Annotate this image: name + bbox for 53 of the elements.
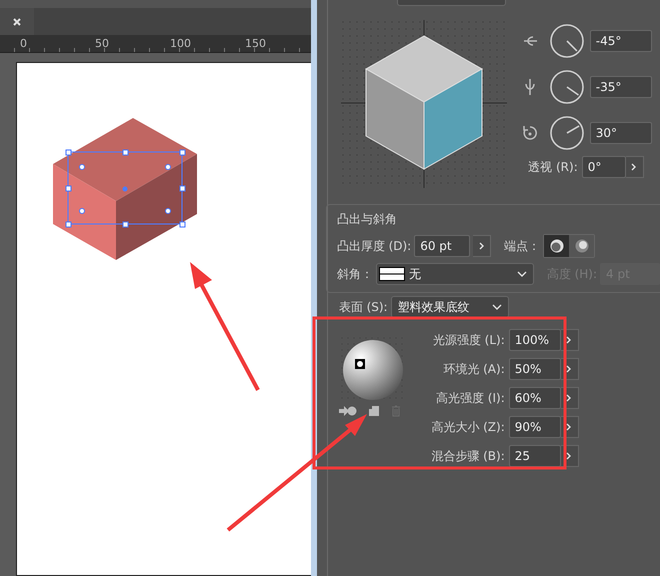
chevron-icon: [566, 423, 572, 431]
light-setting-label: 环境光 (A):: [443, 360, 505, 378]
close-icon[interactable]: [13, 18, 21, 26]
angle-field[interactable]: -35°: [590, 76, 652, 98]
stepper-button[interactable]: [626, 156, 644, 178]
angle-field[interactable]: 30°: [590, 122, 652, 144]
bevel-dropdown[interactable]: 无: [376, 263, 534, 285]
light-setting-field[interactable]: 90%: [508, 416, 561, 438]
rotation-dial[interactable]: [550, 24, 584, 58]
light-setting-field[interactable]: 50%: [508, 358, 561, 380]
light-setting-field[interactable]: 25: [508, 445, 561, 467]
caret-icon: [516, 271, 527, 277]
cube-preview-drawing[interactable]: [338, 18, 509, 190]
group-title: 凸出与斜角: [336, 211, 398, 228]
cap-on-button[interactable]: [544, 235, 570, 257]
light-setting-label: 高光大小 (Z):: [431, 418, 505, 436]
chevron-icon: [566, 452, 572, 460]
chevron-icon: [566, 394, 572, 402]
perspective-label: 透视 (R):: [528, 158, 578, 176]
cap-label: 端点：: [504, 238, 540, 254]
surface-dropdown[interactable]: 塑料效果底纹: [390, 296, 509, 318]
chevron-icon: [566, 365, 572, 373]
rotation-dial[interactable]: [550, 70, 584, 104]
document-tab[interactable]: [0, 8, 34, 35]
chevron-icon: [478, 242, 485, 250]
bevel-swatch-icon: [378, 267, 405, 281]
rotate-icon: [520, 124, 539, 142]
depth-label: 凸出厚度 (D):: [336, 238, 412, 254]
ruler-label: 150: [245, 37, 266, 50]
depth-field[interactable]: 60 pt: [414, 235, 470, 257]
stepper-button[interactable]: [473, 235, 492, 257]
chevron-icon: [631, 163, 638, 171]
ruler-label: 100: [170, 37, 191, 50]
chevron-icon: [566, 336, 572, 344]
ruler-label: 0: [20, 37, 27, 50]
light-setting-label: 混合步骤 (B):: [431, 448, 505, 464]
bevel-label: 斜角：: [336, 266, 373, 282]
sphere-icon: [574, 238, 590, 254]
dropdown-value: 塑料效果底纹: [398, 298, 471, 316]
light-setting-field[interactable]: 60%: [508, 387, 561, 409]
sphere-icon: [548, 238, 565, 254]
new-light-icon[interactable]: [368, 405, 379, 417]
light-setting-field[interactable]: 100%: [508, 329, 561, 351]
angle-field[interactable]: -45°: [590, 30, 652, 52]
ruler-label: 50: [95, 37, 109, 50]
rotation-dial[interactable]: [550, 116, 584, 150]
caret-icon: [492, 304, 502, 310]
light-setting-label: 光源强度 (L):: [432, 332, 505, 348]
move-light-icon[interactable]: [338, 405, 357, 417]
light-setting-label: 高光强度 (I):: [436, 390, 505, 406]
dropdown-value: 无: [408, 266, 422, 282]
surface-label: 表面 (S):: [338, 298, 388, 316]
perspective-field[interactable]: 0°: [582, 156, 626, 178]
